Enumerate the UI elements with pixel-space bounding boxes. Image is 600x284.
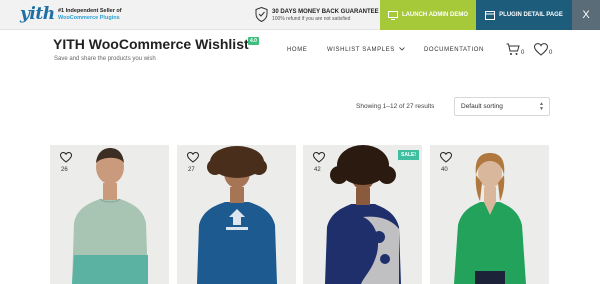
shield-icon (255, 7, 268, 22)
sort-select[interactable]: Default sorting ▲ ▼ (454, 97, 550, 116)
close-button[interactable]: X (572, 0, 600, 30)
product-image (177, 145, 296, 284)
product-image (430, 145, 549, 284)
result-count: Showing 1–12 of 27 results (356, 103, 435, 110)
product-card[interactable]: 27 (177, 145, 296, 284)
seller-line-2: WooCommerce Plugins (58, 15, 120, 21)
heart-icon[interactable] (187, 152, 199, 163)
product-card[interactable]: 26 (50, 145, 169, 284)
cart-count: 0 (521, 50, 525, 56)
plugin-detail-page-button[interactable]: PLUGIN DETAIL PAGE (476, 0, 572, 30)
product-image (50, 145, 169, 284)
product-wishlist-count: 26 (61, 167, 68, 173)
guarantee-text: 30 DAYS MONEY BACK GUARANTEE 100% refund… (272, 9, 379, 23)
heart-icon[interactable] (60, 152, 72, 163)
product-image (303, 145, 422, 284)
sort-arrows-icon: ▲ ▼ (539, 101, 544, 112)
window-icon (485, 10, 496, 20)
heart-icon[interactable] (440, 152, 452, 163)
guarantee-title: 30 DAYS MONEY BACK GUARANTEE (272, 9, 379, 15)
product-card[interactable]: 42 SALE! (303, 145, 422, 284)
nav-wishlist-samples-label: WISHLIST SAMPLES (327, 47, 395, 53)
sort-select-value: Default sorting (461, 103, 503, 110)
product-card[interactable]: 40 (430, 145, 549, 284)
sale-badge: SALE! (398, 150, 419, 160)
site-title[interactable]: YITH WooCommerce Wishlist (53, 36, 249, 52)
heart-icon[interactable] (313, 152, 325, 163)
launch-admin-demo-button[interactable]: LAUNCH ADMIN DEMO (380, 0, 476, 30)
version-badge: 4.0 (248, 37, 259, 45)
chevron-down-icon (399, 47, 405, 51)
monitor-icon (387, 10, 398, 20)
seller-badge: #1 Independent Seller of WooCommerce Plu… (58, 8, 122, 22)
wishlist-count: 0 (549, 50, 553, 56)
nav-wishlist-samples[interactable]: WISHLIST SAMPLES (327, 47, 405, 53)
cart-icon[interactable] (506, 43, 520, 56)
plugin-detail-page-label: PLUGIN DETAIL PAGE (499, 12, 563, 18)
promo-bar: yith #1 Independent Seller of WooCommerc… (0, 0, 600, 30)
seller-line-1: #1 Independent Seller of (58, 8, 122, 14)
site-tagline: Save and share the products you wish (54, 56, 156, 62)
nav-home[interactable]: HOME (287, 47, 307, 53)
launch-admin-demo-label: LAUNCH ADMIN DEMO (401, 12, 469, 18)
product-wishlist-count: 40 (441, 167, 448, 173)
nav-documentation[interactable]: DOCUMENTATION (424, 47, 484, 53)
guarantee-subtitle: 100% refund if you are not satisfied (272, 16, 351, 22)
heart-icon[interactable] (534, 43, 548, 56)
product-wishlist-count: 42 (314, 167, 321, 173)
yith-logo[interactable]: yith (20, 4, 55, 24)
product-wishlist-count: 27 (188, 167, 195, 173)
